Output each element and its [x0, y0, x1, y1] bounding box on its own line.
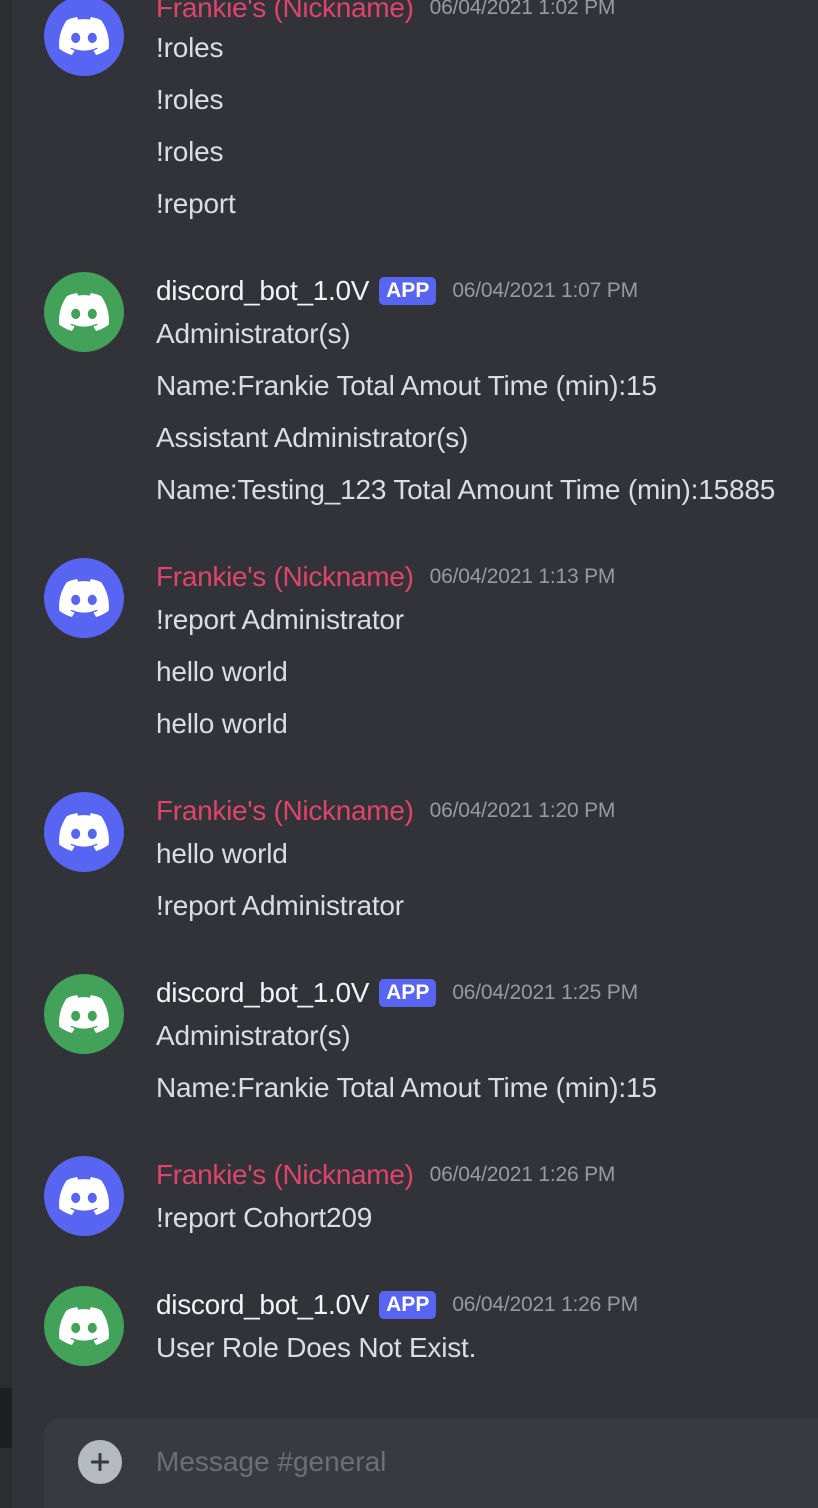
avatar[interactable] — [44, 1286, 124, 1366]
avatar[interactable] — [44, 558, 124, 638]
username[interactable]: Frankie's (Nickname) — [156, 795, 414, 827]
message-text: !report — [156, 188, 236, 219]
message-text: hello world — [156, 708, 288, 739]
discord-logo-icon — [59, 813, 109, 851]
chat-messages: Frankie's (Nickname) 06/04/2021 1:02 PM … — [12, 0, 818, 1508]
timestamp: 06/04/2021 1:26 PM — [452, 1293, 638, 1316]
timestamp: 06/04/2021 1:07 PM — [452, 279, 638, 302]
message-text: Name:Testing_123 Total Amount Time (min)… — [156, 474, 776, 505]
message-header: discord_bot_1.0V APP 06/04/2021 1:07 PM — [156, 273, 638, 309]
message-text: !roles — [156, 84, 224, 115]
app-badge: APP — [379, 979, 437, 1007]
message-text: Administrator(s) — [156, 318, 351, 349]
message-text: !report Administrator — [156, 604, 404, 635]
username[interactable]: Frankie's (Nickname) — [156, 1159, 414, 1191]
avatar[interactable] — [44, 0, 124, 76]
message-text: hello world — [156, 838, 288, 869]
username[interactable]: discord_bot_1.0V — [156, 275, 369, 307]
message-header: discord_bot_1.0V APP 06/04/2021 1:26 PM — [156, 1287, 638, 1323]
app-badge: APP — [379, 277, 437, 305]
message-text: !report Cohort209 — [156, 1202, 373, 1233]
message-text: hello world — [156, 656, 288, 687]
avatar[interactable] — [44, 1156, 124, 1236]
message-composer — [44, 1418, 818, 1508]
discord-logo-icon — [59, 1177, 109, 1215]
timestamp: 06/04/2021 1:26 PM — [429, 1163, 616, 1186]
message-text: Administrator(s) — [156, 1020, 351, 1051]
timestamp: 06/04/2021 1:20 PM — [429, 799, 616, 822]
username[interactable]: Frankie's (Nickname) — [156, 0, 414, 24]
server-sidebar-edge — [0, 0, 12, 1508]
discord-logo-icon — [59, 995, 109, 1033]
message-text: Name:Frankie Total Amout Time (min):15 — [156, 1072, 657, 1103]
message-text: !roles — [156, 32, 224, 63]
timestamp: 06/04/2021 1:02 PM — [429, 0, 616, 19]
message-text: !roles — [156, 136, 224, 167]
username[interactable]: discord_bot_1.0V — [156, 977, 369, 1009]
discord-logo-icon — [59, 579, 109, 617]
app-badge: APP — [379, 1291, 437, 1319]
discord-logo-icon — [59, 293, 109, 331]
discord-logo-icon — [59, 1307, 109, 1345]
avatar[interactable] — [44, 792, 124, 872]
attach-button[interactable] — [78, 1440, 122, 1484]
timestamp: 06/04/2021 1:25 PM — [452, 981, 638, 1004]
username[interactable]: Frankie's (Nickname) — [156, 561, 414, 593]
message-text: User Role Does Not Exist. — [156, 1332, 477, 1363]
message-header: Frankie's (Nickname) 06/04/2021 1:13 PM — [156, 559, 615, 595]
discord-logo-icon — [59, 17, 109, 55]
message-text: !report Administrator — [156, 890, 404, 921]
avatar[interactable] — [44, 272, 124, 352]
message-header: Frankie's (Nickname) 06/04/2021 1:02 PM — [156, 0, 615, 26]
message-header: discord_bot_1.0V APP 06/04/2021 1:25 PM — [156, 975, 638, 1011]
message-header: Frankie's (Nickname) 06/04/2021 1:20 PM — [156, 793, 615, 829]
message-text: Assistant Administrator(s) — [156, 422, 469, 453]
timestamp: 06/04/2021 1:13 PM — [429, 565, 616, 588]
sidebar-footer-edge — [0, 1388, 12, 1448]
plus-circle-icon — [91, 1453, 109, 1471]
username[interactable]: discord_bot_1.0V — [156, 1289, 369, 1321]
message-input[interactable] — [156, 1440, 806, 1484]
message-header: Frankie's (Nickname) 06/04/2021 1:26 PM — [156, 1157, 615, 1193]
avatar[interactable] — [44, 974, 124, 1054]
message-text: Name:Frankie Total Amout Time (min):15 — [156, 370, 657, 401]
